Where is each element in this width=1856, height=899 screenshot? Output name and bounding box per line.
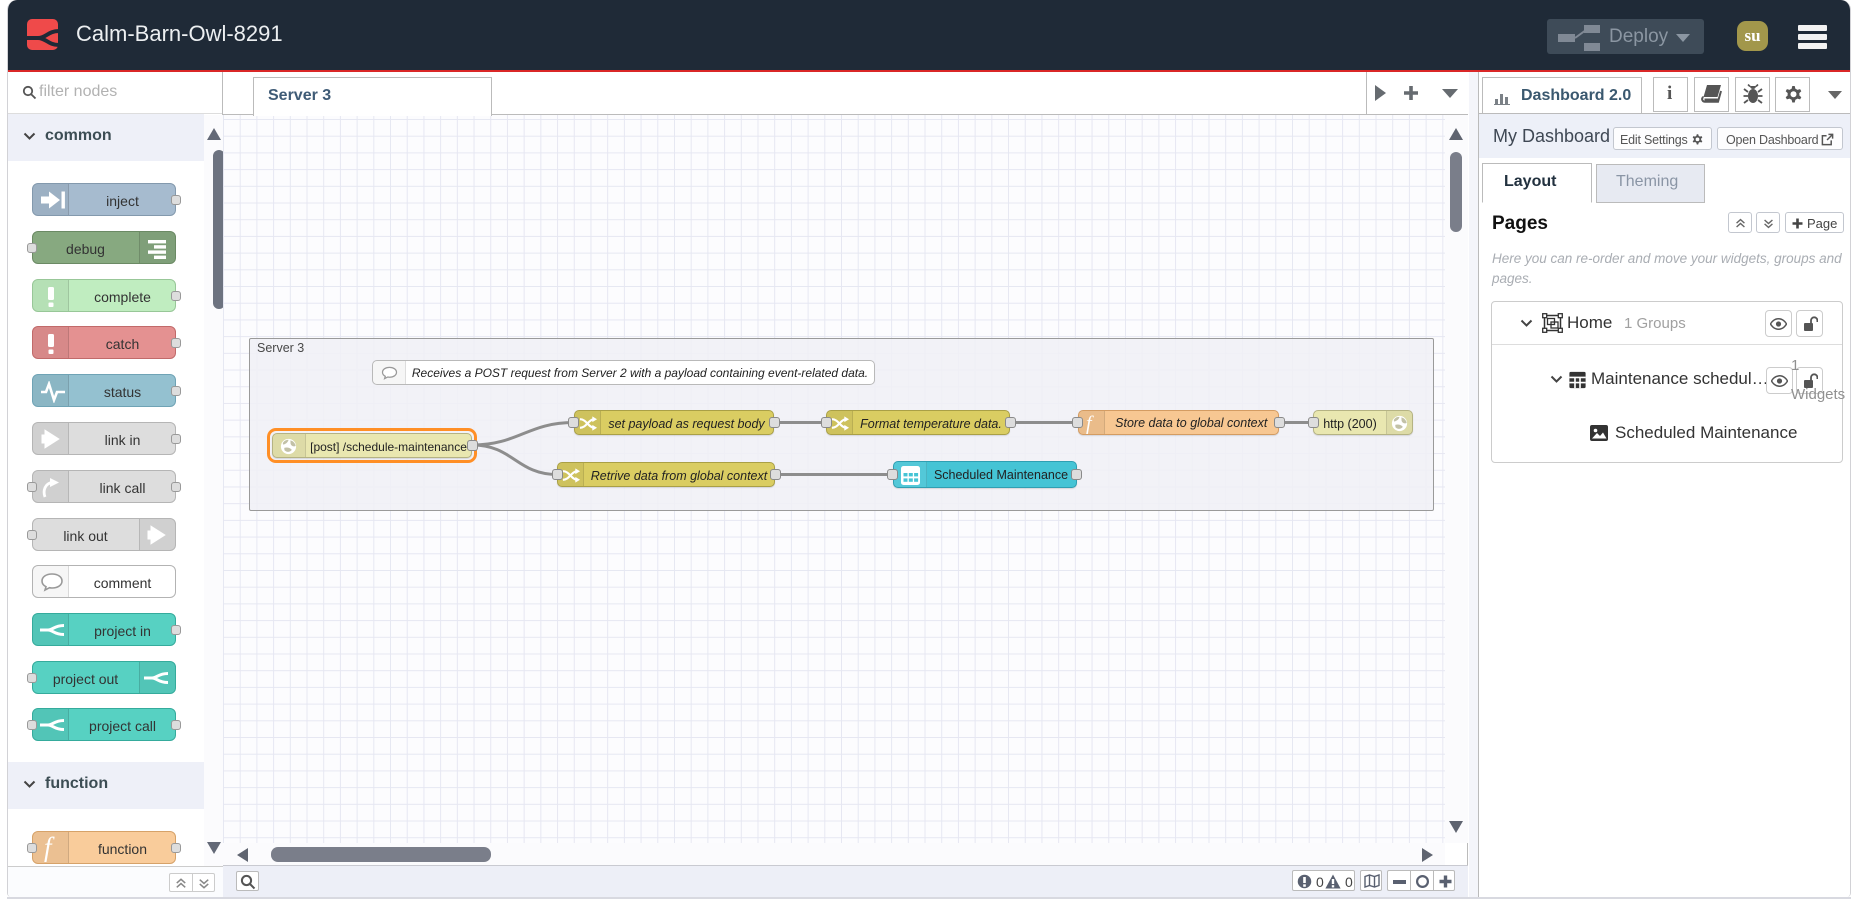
svg-text:f: f (44, 833, 55, 862)
svg-text:f: f (1086, 412, 1094, 434)
